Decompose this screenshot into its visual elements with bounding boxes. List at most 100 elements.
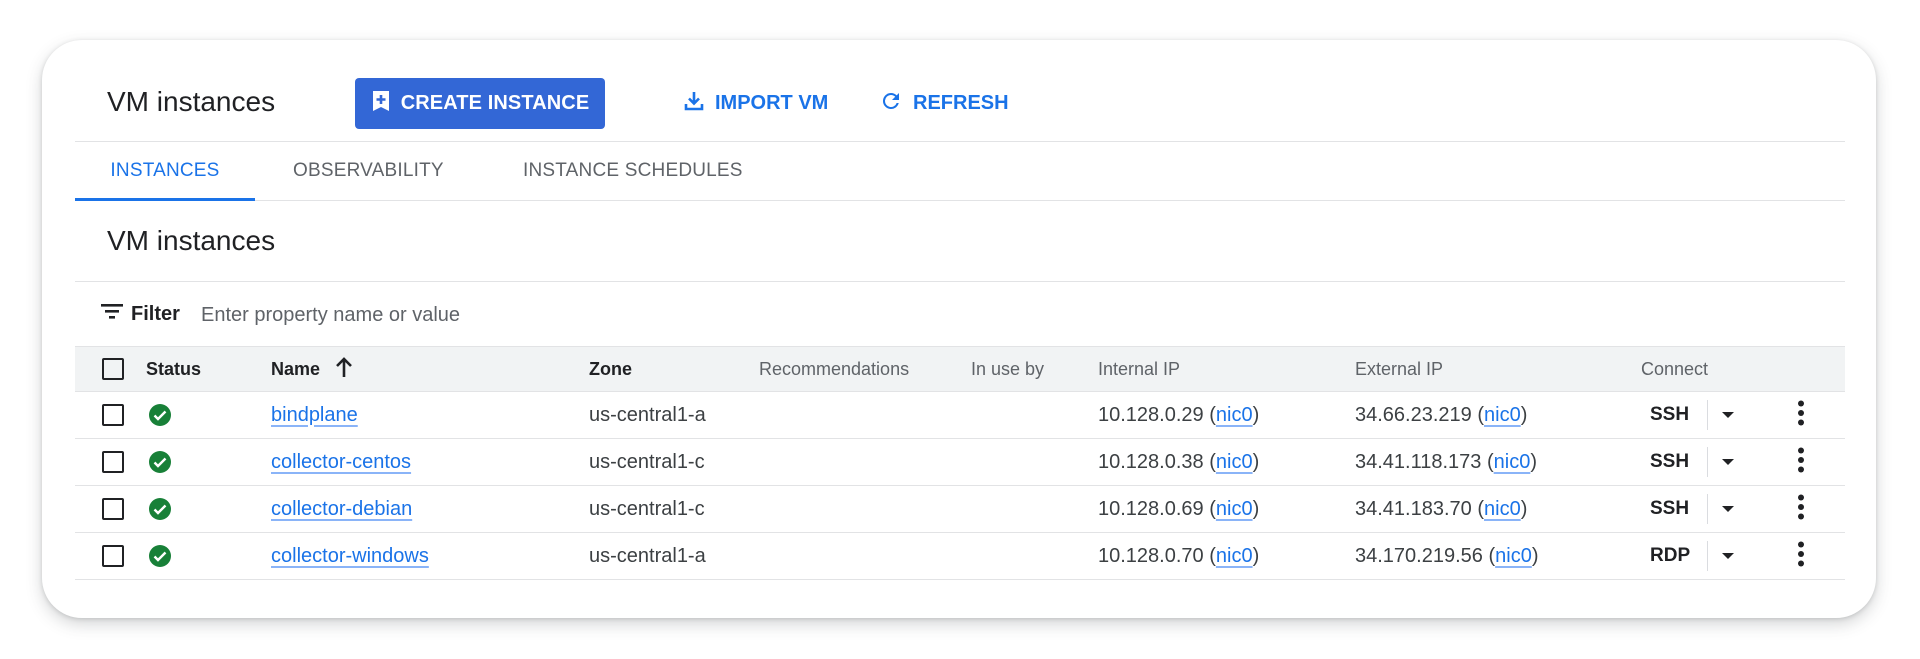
connect-divider bbox=[1707, 541, 1708, 571]
table-header: Status Name Zone Recommendations In use … bbox=[75, 347, 1845, 392]
internal-ip-value: 10.128.0.29 bbox=[1098, 403, 1204, 426]
row-checkbox[interactable] bbox=[102, 545, 124, 567]
filter-bar: Filter bbox=[75, 282, 1845, 347]
vm-instances-card: VM instances CREATE INSTANCE IMPORT VM R… bbox=[42, 40, 1876, 618]
zone-cell: us-central1-a bbox=[589, 403, 706, 426]
instance-name-link[interactable]: collector-windows bbox=[271, 545, 429, 568]
connect-divider bbox=[1707, 447, 1708, 477]
column-zone[interactable]: Zone bbox=[589, 347, 632, 391]
table-row: collector-windows us-central1-a 10.128.0… bbox=[75, 533, 1845, 580]
more-actions-button[interactable] bbox=[1797, 439, 1805, 485]
zone-cell: us-central1-c bbox=[589, 450, 705, 473]
tab-instances-label: INSTANCES bbox=[110, 160, 220, 181]
column-name-label: Name bbox=[271, 358, 321, 379]
internal-ip-value: 10.128.0.70 bbox=[1098, 544, 1204, 567]
import-vm-label: IMPORT VM bbox=[715, 92, 829, 114]
refresh-icon bbox=[879, 89, 903, 119]
external-ip-value: 34.41.118.173 bbox=[1355, 450, 1482, 473]
more-vert-icon bbox=[1797, 541, 1805, 572]
external-ip-cell: 34.41.118.173 (nic0) bbox=[1355, 450, 1538, 474]
tab-instance-schedules-label: INSTANCE SCHEDULES bbox=[523, 160, 743, 181]
tab-instances[interactable]: INSTANCES bbox=[75, 142, 255, 201]
zone-cell: us-central1-c bbox=[589, 497, 705, 520]
filter-list-icon bbox=[101, 302, 123, 326]
internal-ip-cell: 10.128.0.70 (nic0) bbox=[1098, 544, 1260, 568]
external-nic-link[interactable]: nic0 bbox=[1494, 451, 1531, 474]
page-title: VM instances bbox=[107, 86, 276, 117]
external-ip-value: 34.170.219.56 bbox=[1355, 544, 1483, 567]
table-row: bindplane us-central1-a 10.128.0.29 (nic… bbox=[75, 392, 1845, 439]
rdp-button[interactable]: RDP bbox=[1650, 545, 1690, 567]
more-vert-icon bbox=[1797, 447, 1805, 478]
column-recommendations[interactable]: Recommendations bbox=[759, 347, 909, 391]
connect-divider bbox=[1707, 494, 1708, 524]
internal-ip-value: 10.128.0.38 bbox=[1098, 450, 1204, 473]
arrow-drop-down-icon bbox=[1721, 453, 1735, 471]
instance-name-link[interactable]: collector-centos bbox=[271, 451, 411, 474]
tab-observability[interactable]: OBSERVABILITY bbox=[293, 142, 444, 200]
section-title: VM instances bbox=[107, 225, 276, 256]
refresh-button[interactable]: REFRESH bbox=[879, 78, 1009, 129]
ssh-button[interactable]: SSH bbox=[1650, 498, 1689, 520]
instance-name-link[interactable]: collector-debian bbox=[271, 498, 412, 521]
import-vm-button[interactable]: IMPORT VM bbox=[683, 78, 828, 129]
internal-ip-value: 10.128.0.69 bbox=[1098, 497, 1204, 520]
arrow-drop-down-icon bbox=[1721, 547, 1735, 565]
create-instance-label: CREATE INSTANCE bbox=[400, 92, 590, 114]
column-internal-ip[interactable]: Internal IP bbox=[1098, 347, 1180, 391]
instance-name-link[interactable]: bindplane bbox=[271, 404, 358, 427]
external-ip-cell: 34.41.183.70 (nic0) bbox=[1355, 497, 1528, 521]
more-vert-icon bbox=[1797, 494, 1805, 525]
create-instance-button[interactable]: CREATE INSTANCE bbox=[355, 78, 605, 129]
external-nic-link[interactable]: nic0 bbox=[1495, 545, 1532, 568]
arrow-drop-down-icon bbox=[1721, 406, 1735, 424]
more-actions-button[interactable] bbox=[1797, 486, 1805, 532]
table-row: collector-debian us-central1-c 10.128.0.… bbox=[75, 486, 1845, 533]
tab-instance-schedules[interactable]: INSTANCE SCHEDULES bbox=[523, 142, 743, 200]
internal-nic-link[interactable]: nic0 bbox=[1216, 545, 1253, 568]
internal-nic-link[interactable]: nic0 bbox=[1216, 498, 1253, 521]
internal-ip-cell: 10.128.0.38 (nic0) bbox=[1098, 450, 1260, 474]
tab-observability-label: OBSERVABILITY bbox=[293, 160, 444, 181]
more-actions-button[interactable] bbox=[1797, 533, 1805, 579]
more-vert-icon bbox=[1797, 400, 1805, 431]
external-nic-link[interactable]: nic0 bbox=[1484, 404, 1521, 427]
filter-button[interactable]: Filter bbox=[101, 282, 180, 346]
column-external-ip[interactable]: External IP bbox=[1355, 347, 1443, 391]
column-connect: Connect bbox=[1641, 358, 1709, 379]
more-actions-button[interactable] bbox=[1797, 392, 1805, 438]
connect-dropdown[interactable] bbox=[1721, 392, 1735, 438]
row-checkbox[interactable] bbox=[102, 498, 124, 520]
filter-label: Filter bbox=[131, 302, 180, 325]
connect-dropdown[interactable] bbox=[1721, 486, 1735, 532]
check-circle-icon bbox=[148, 497, 172, 521]
column-name[interactable]: Name bbox=[271, 347, 354, 391]
page-header: VM instances CREATE INSTANCE IMPORT VM R… bbox=[75, 40, 1845, 142]
ssh-button[interactable]: SSH bbox=[1650, 451, 1689, 473]
connect-divider bbox=[1707, 400, 1708, 430]
connect-dropdown[interactable] bbox=[1721, 439, 1735, 485]
check-circle-icon bbox=[148, 403, 172, 427]
external-ip-value: 34.41.183.70 bbox=[1355, 497, 1472, 520]
select-all-checkbox[interactable] bbox=[102, 358, 124, 380]
column-in-use-by[interactable]: In use by bbox=[971, 347, 1044, 391]
row-checkbox[interactable] bbox=[102, 451, 124, 473]
section-header: VM instances bbox=[75, 201, 1845, 282]
internal-ip-cell: 10.128.0.69 (nic0) bbox=[1098, 497, 1260, 521]
row-checkbox[interactable] bbox=[102, 404, 124, 426]
connect-dropdown[interactable] bbox=[1721, 533, 1735, 579]
internal-nic-link[interactable]: nic0 bbox=[1216, 404, 1253, 427]
add-box-icon bbox=[371, 90, 391, 118]
arrow-up-icon bbox=[334, 356, 354, 383]
internal-ip-cell: 10.128.0.29 (nic0) bbox=[1098, 403, 1260, 427]
ssh-button[interactable]: SSH bbox=[1650, 404, 1689, 426]
internal-nic-link[interactable]: nic0 bbox=[1216, 451, 1253, 474]
column-status[interactable]: Status bbox=[146, 347, 201, 391]
external-nic-link[interactable]: nic0 bbox=[1484, 498, 1521, 521]
check-circle-icon bbox=[148, 544, 172, 568]
card-content: VM instances CREATE INSTANCE IMPORT VM R… bbox=[75, 40, 1845, 580]
filter-input[interactable] bbox=[199, 296, 703, 334]
external-ip-cell: 34.66.23.219 (nic0) bbox=[1355, 403, 1528, 427]
external-ip-value: 34.66.23.219 bbox=[1355, 403, 1472, 426]
tab-bar: INSTANCES OBSERVABILITY INSTANCE SCHEDUL… bbox=[75, 142, 1845, 201]
